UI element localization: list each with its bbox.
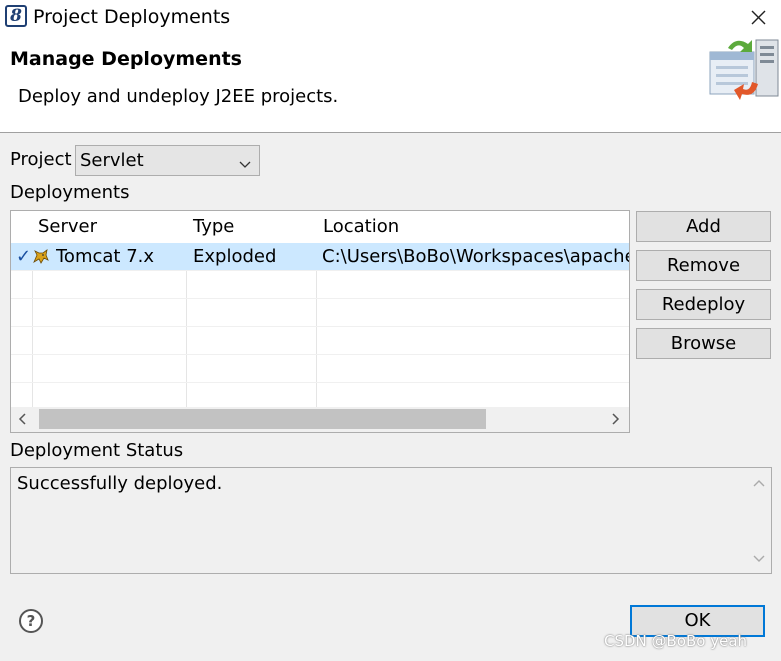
- close-icon: [751, 10, 766, 25]
- deployment-status-label: Deployment Status: [10, 440, 184, 461]
- horizontal-scrollbar[interactable]: [11, 407, 629, 432]
- scroll-left-icon[interactable]: [13, 409, 33, 429]
- dialog-heading: Manage Deployments: [10, 48, 242, 70]
- column-header-server[interactable]: Server: [31, 211, 186, 243]
- deployment-status-text: Successfully deployed.: [17, 473, 223, 494]
- remove-button[interactable]: Remove: [636, 250, 771, 281]
- scroll-right-icon[interactable]: [605, 409, 625, 429]
- help-icon[interactable]: ?: [19, 609, 43, 633]
- deployments-table[interactable]: Server Type Location ✓ Tomcat 7.x Explod…: [10, 210, 630, 433]
- project-label: Project: [10, 149, 72, 170]
- table-header: Server Type Location: [11, 211, 629, 243]
- scrollbar-thumb[interactable]: [39, 409, 486, 429]
- watermark: CSDN @BoBo yeah: [604, 632, 748, 650]
- scroll-up-icon[interactable]: [750, 474, 768, 492]
- browse-button[interactable]: Browse: [636, 328, 771, 359]
- app-icon: 8: [5, 5, 27, 27]
- dialog-banner: Manage Deployments Deploy and undeploy J…: [0, 34, 781, 133]
- close-button[interactable]: [744, 4, 772, 30]
- dialog-description: Deploy and undeploy J2EE projects.: [18, 86, 339, 107]
- scroll-down-icon[interactable]: [750, 550, 768, 568]
- checkmark-icon[interactable]: ✓: [16, 243, 31, 271]
- add-button[interactable]: Add: [636, 211, 771, 242]
- project-selected-value: Servlet: [80, 150, 144, 171]
- cell-location: C:\Users\BoBo\Workspaces\apache-: [322, 246, 629, 267]
- project-dropdown[interactable]: Servlet: [75, 145, 260, 176]
- deployment-server-icon: [706, 36, 781, 104]
- redeploy-button[interactable]: Redeploy: [636, 289, 771, 320]
- window-title: Project Deployments: [33, 6, 231, 28]
- table-row-empty: [11, 299, 629, 327]
- deployments-label: Deployments: [10, 182, 130, 203]
- table-row-empty: [11, 327, 629, 355]
- table-row-empty: [11, 355, 629, 383]
- deployment-status-textarea[interactable]: Successfully deployed.: [10, 467, 772, 574]
- title-bar: 8 Project Deployments: [0, 0, 781, 34]
- cell-server: Tomcat 7.x: [56, 246, 155, 267]
- tomcat-icon: [32, 248, 50, 266]
- chevron-down-icon: [238, 155, 252, 168]
- cell-type: Exploded: [193, 246, 277, 267]
- column-header-location[interactable]: Location: [316, 211, 629, 243]
- column-header-type[interactable]: Type: [186, 211, 316, 243]
- table-row-empty: [11, 271, 629, 299]
- table-row[interactable]: ✓ Tomcat 7.x Exploded C:\Users\BoBo\Work…: [11, 243, 629, 271]
